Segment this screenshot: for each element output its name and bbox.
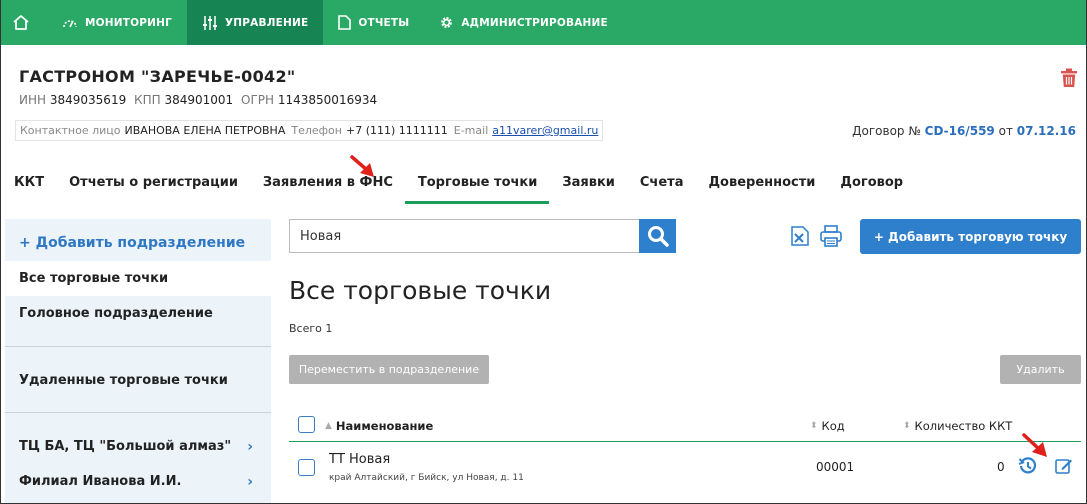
- contract-label: Договор №: [852, 124, 921, 138]
- nav-reports[interactable]: ОТЧЕТЫ: [323, 0, 424, 45]
- sidebar-item-head-division[interactable]: Головное подразделение: [5, 296, 271, 331]
- inn-value: 3849035619: [49, 93, 127, 107]
- tab-requests[interactable]: Заявки: [549, 166, 627, 204]
- tab-contract[interactable]: Договор: [827, 166, 915, 204]
- contract-date: 07.12.16: [1016, 124, 1076, 138]
- company-ids: ИНН 3849035619 КПП 384901001 ОГРН 114385…: [19, 93, 377, 107]
- sidebar-item-label: Все торговые точки: [19, 271, 169, 286]
- sidebar-item-deleted-points[interactable]: Удаленные торговые точки: [5, 363, 271, 398]
- sidebar-divider: [5, 412, 271, 413]
- sidebar-item-division[interactable]: ТЦ БА, ТЦ "Большой алмаз" ›: [5, 429, 271, 464]
- inn-label: ИНН: [19, 93, 47, 107]
- tab-kkt[interactable]: ККТ: [1, 166, 56, 204]
- contract-info: Договор № CD-16/559 от 07.12.16: [852, 124, 1076, 138]
- phone-value: +7 (111) 1111111: [345, 124, 448, 137]
- nav-reports-label: ОТЧЕТЫ: [358, 16, 410, 29]
- nav-home[interactable]: [1, 0, 47, 45]
- nav-administration-label: АДМИНИСТРИРОВАНИЕ: [461, 16, 608, 29]
- excel-export-icon[interactable]: [789, 225, 811, 247]
- nav-management-label: УПРАВЛЕНИЕ: [225, 16, 309, 29]
- sidebar: + Добавить подразделение Все торговые то…: [5, 219, 271, 503]
- edit-icon[interactable]: [1054, 456, 1074, 476]
- annotation-arrow-icon: [1022, 433, 1047, 457]
- top-nav: МОНИТОРИНГ УПРАВЛЕНИЕ ОТЧЕТЫ АДМИНИСТРИР…: [1, 0, 1086, 45]
- contact-value: ИВАНОВА ЕЛЕНА ПЕТРОВНА: [124, 124, 286, 137]
- kpp-label: КПП: [134, 93, 161, 107]
- tab-fns-applications[interactable]: Заявления в ФНС: [250, 166, 405, 204]
- ogrn-label: ОГРН: [241, 93, 275, 107]
- add-division-button[interactable]: + Добавить подразделение: [19, 235, 245, 251]
- gauge-icon: [63, 19, 77, 27]
- search-button[interactable]: [639, 219, 676, 253]
- total-count: Всего 1: [289, 322, 333, 335]
- sidebar-item-label: Удаленные торговые точки: [19, 373, 228, 388]
- nav-administration[interactable]: АДМИНИСТРИРОВАНИЕ: [424, 0, 623, 45]
- company-title: ГАСТРОНОМ "ЗАРЕЧЬЕ-0042": [19, 67, 296, 86]
- search-input[interactable]: [289, 219, 641, 253]
- nav-management[interactable]: УПРАВЛЕНИЕ: [187, 0, 324, 45]
- sort-icon: ⬍: [810, 421, 818, 431]
- row-name[interactable]: ТТ Новая: [329, 452, 390, 467]
- column-header-label: Код: [821, 419, 845, 433]
- row-checkbox[interactable]: [298, 459, 315, 476]
- document-icon: [338, 15, 352, 30]
- sidebar-item-label: Головное подразделение: [19, 306, 213, 321]
- row-code: 00001: [816, 460, 855, 474]
- chevron-right-icon: ›: [247, 473, 253, 490]
- page-title: Все торговые точки: [289, 276, 552, 305]
- contact-label: Контактное лицо: [20, 124, 121, 137]
- add-trade-point-button[interactable]: + Добавить торговую точку: [860, 219, 1081, 254]
- sliders-icon: [203, 15, 217, 30]
- contract-from: от: [998, 124, 1013, 138]
- column-header-name[interactable]: ▲ Наименование: [325, 419, 433, 433]
- column-header-label: Наименование: [335, 419, 434, 433]
- sort-icon: ⬍: [903, 421, 911, 431]
- sidebar-item-label: ТЦ БА, ТЦ "Большой алмаз": [19, 439, 232, 454]
- delete-button[interactable]: Удалить: [1000, 355, 1081, 384]
- tab-powers-of-attorney[interactable]: Доверенности: [695, 166, 827, 204]
- contract-number[interactable]: CD-16/559: [925, 124, 995, 138]
- chevron-right-icon: ›: [247, 438, 253, 455]
- sort-icon: ▲: [325, 421, 332, 431]
- tab-bar: ККТ Отчеты о регистрации Заявления в ФНС…: [1, 166, 915, 204]
- tab-invoices[interactable]: Счета: [627, 166, 696, 204]
- sidebar-item-division[interactable]: Филиал Иванова И.И. ›: [5, 464, 271, 499]
- kpp-value: 384901001: [164, 93, 234, 107]
- select-all-checkbox[interactable]: [298, 416, 315, 433]
- nav-monitoring[interactable]: МОНИТОРИНГ: [47, 0, 187, 45]
- home-icon: [12, 15, 29, 30]
- row-address: край Алтайский, г Бийск, ул Новая, д. 11: [329, 473, 524, 483]
- contact-box: Контактное лицо ИВАНОВА ЕЛЕНА ПЕТРОВНА Т…: [15, 120, 604, 141]
- move-to-division-button[interactable]: Переместить в подразделение: [289, 355, 489, 384]
- trash-icon[interactable]: [1060, 68, 1078, 88]
- phone-label: Телефон: [291, 124, 342, 137]
- search-icon: [647, 226, 669, 247]
- row-kkt-count: 0: [997, 460, 1005, 474]
- ogrn-value: 1143850016934: [277, 93, 378, 107]
- print-icon[interactable]: [819, 225, 843, 247]
- column-header-label: Количество ККТ: [914, 419, 1013, 433]
- app-frame: МОНИТОРИНГ УПРАВЛЕНИЕ ОТЧЕТЫ АДМИНИСТРИР…: [0, 0, 1087, 504]
- annotation-arrow-icon: [350, 155, 374, 177]
- sidebar-divider: [5, 346, 271, 347]
- email-label: E-mail: [453, 124, 489, 137]
- table-header-divider: [289, 441, 1081, 442]
- email-link[interactable]: a11varer@gmail.ru: [492, 124, 598, 137]
- tab-registration-reports[interactable]: Отчеты о регистрации: [56, 166, 250, 204]
- gear-icon: [441, 17, 453, 28]
- column-header-kkt-count[interactable]: ⬍ Количество ККТ: [903, 419, 1012, 433]
- sidebar-item-all-points[interactable]: Все торговые точки: [5, 261, 271, 296]
- column-header-code[interactable]: ⬍ Код: [810, 419, 845, 433]
- tab-trade-points[interactable]: Торговые точки: [404, 166, 550, 204]
- sidebar-item-label: Филиал Иванова И.И.: [19, 474, 182, 489]
- nav-monitoring-label: МОНИТОРИНГ: [85, 16, 172, 29]
